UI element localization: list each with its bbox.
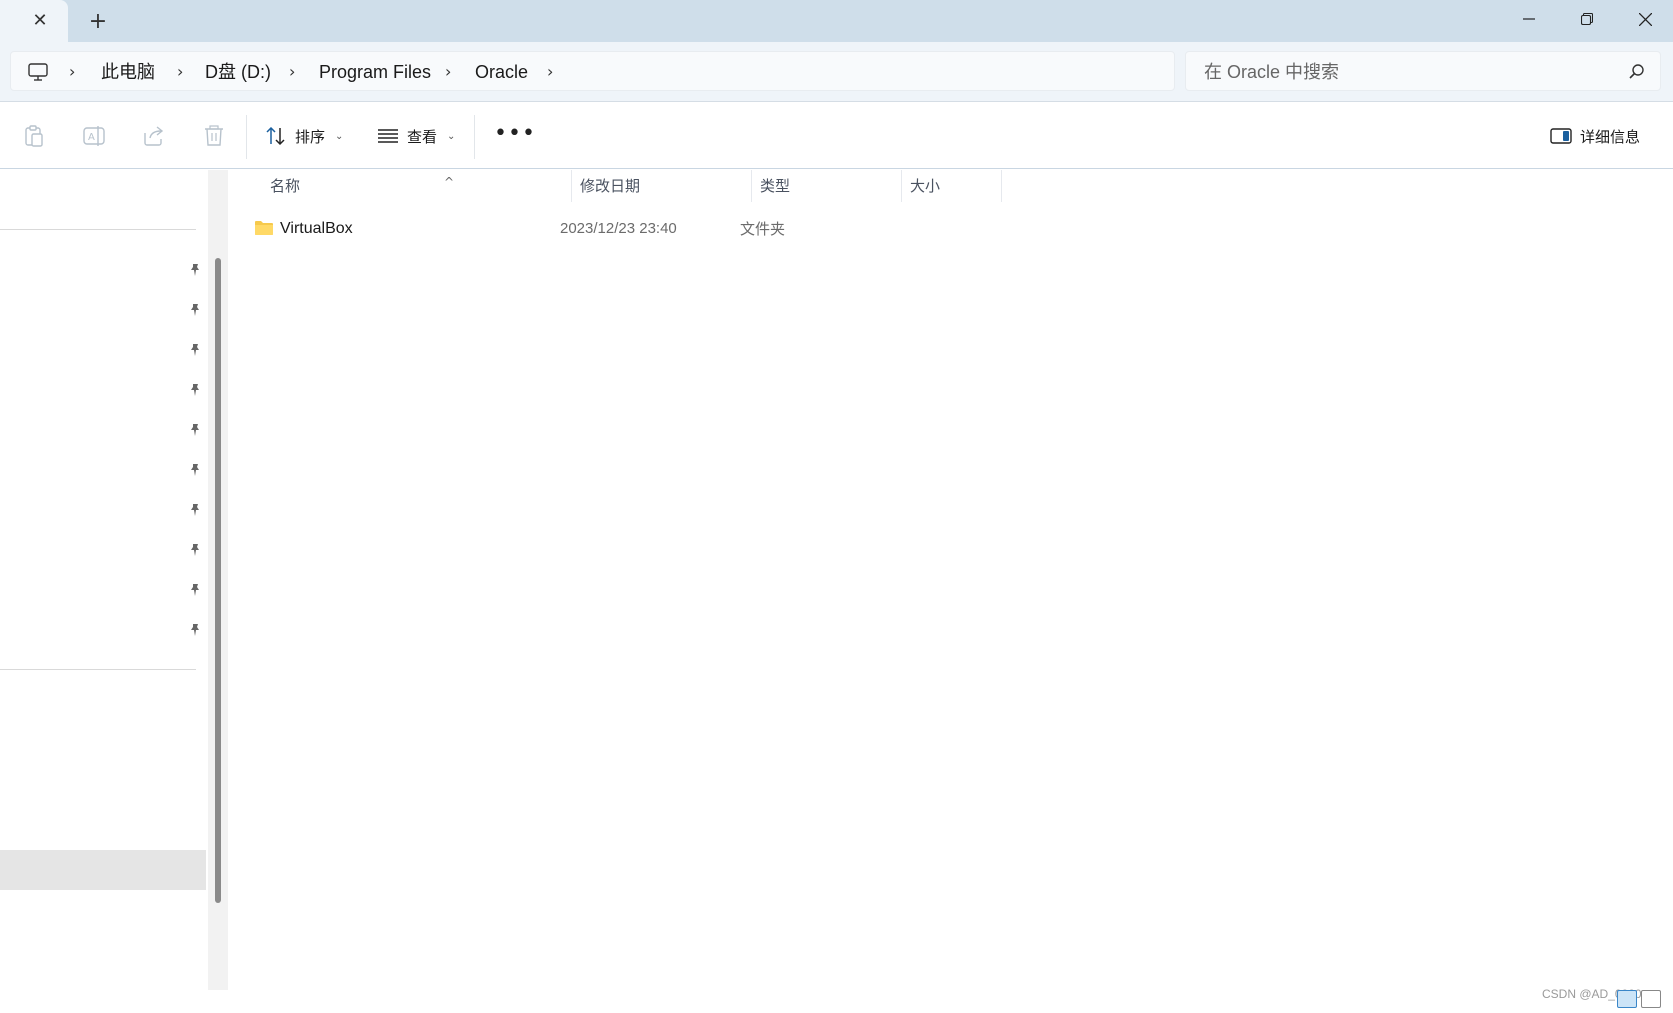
nav-divider [0, 229, 196, 230]
share-icon[interactable] [141, 123, 167, 149]
more-options-button[interactable]: ••• [494, 117, 535, 155]
svg-text:A: A [88, 132, 95, 143]
search-icon[interactable] [1628, 63, 1646, 81]
computer-icon[interactable] [27, 61, 49, 83]
file-name[interactable]: VirtualBox [280, 214, 353, 244]
pin-icon[interactable] [187, 382, 203, 398]
pin-icon[interactable] [187, 302, 203, 318]
view-list-icon [378, 129, 398, 143]
close-window-button[interactable] [1616, 0, 1673, 38]
address-bar[interactable]: › 此电脑 › D盘 (D:) › Program Files › Oracle… [10, 51, 1175, 91]
column-header-name[interactable]: 名称 ^ [262, 170, 572, 202]
navigation-pane [0, 170, 208, 990]
delete-icon[interactable] [201, 123, 227, 149]
pin-icon[interactable] [187, 542, 203, 558]
file-list: 名称 ^ 修改日期 类型 大小 VirtualBox 2023/12/23 23… [228, 170, 1673, 1013]
file-type: 文件夹 [740, 220, 786, 238]
tab-oracle[interactable]: ✕ [0, 0, 68, 42]
column-type-label: 类型 [760, 177, 791, 195]
breadcrumb-program-files[interactable]: Program Files [319, 52, 431, 92]
file-explorer-window: ✕ + › 此电脑 › D盘 (D:) › Program Files › Or… [0, 0, 1673, 1013]
breadcrumb-oracle[interactable]: Oracle [475, 52, 528, 92]
chevron-right-icon[interactable]: › [289, 52, 295, 92]
chevron-right-icon[interactable]: › [445, 52, 451, 92]
pin-icon[interactable] [187, 582, 203, 598]
address-row: › 此电脑 › D盘 (D:) › Program Files › Oracle… [0, 42, 1673, 102]
nav-divider [0, 669, 196, 670]
chevron-right-icon[interactable]: › [177, 52, 183, 92]
column-header-type[interactable]: 类型 [752, 170, 902, 202]
pin-icon[interactable] [187, 342, 203, 358]
restore-icon [1581, 13, 1593, 25]
sort-icon [266, 126, 285, 146]
paste-icon[interactable] [21, 123, 47, 149]
file-row[interactable]: VirtualBox 2023/12/23 23:40 文件夹 [248, 214, 1228, 244]
details-label: 详细信息 [1580, 127, 1641, 146]
file-modified: 2023/12/23 23:40 [560, 220, 677, 237]
view-button[interactable]: 查看 ⌄ [377, 117, 455, 155]
command-separator [474, 115, 475, 159]
command-bar: A 排序 ⌄ 查看 ⌄ ••• 详细信息 [0, 103, 1673, 169]
details-pane-icon [1550, 128, 1572, 144]
column-modified-label: 修改日期 [580, 177, 641, 195]
pin-icon[interactable] [187, 262, 203, 278]
chevron-down-icon: ⌄ [447, 130, 456, 142]
minimize-icon [1523, 18, 1535, 20]
pin-icon[interactable] [187, 502, 203, 518]
command-separator [246, 115, 247, 159]
nav-item-selected[interactable] [0, 850, 206, 890]
nav-scrollbar-thumb[interactable] [215, 258, 221, 903]
pin-icon[interactable] [187, 422, 203, 438]
breadcrumb-d-drive[interactable]: D盘 (D:) [205, 52, 271, 92]
breadcrumb-this-pc[interactable]: 此电脑 [101, 52, 155, 92]
column-header-modified[interactable]: 修改日期 [572, 170, 752, 202]
chevron-down-icon: ⌄ [335, 130, 344, 142]
rename-icon[interactable]: A [81, 123, 107, 149]
search-input[interactable]: 在 Oracle 中搜索 [1185, 51, 1661, 91]
tiles-view-icon[interactable] [1641, 990, 1661, 1008]
view-toggle-group [1617, 990, 1661, 1008]
restore-button[interactable] [1558, 0, 1616, 38]
details-view-icon[interactable] [1617, 990, 1637, 1008]
column-size-label: 大小 [910, 177, 941, 195]
sort-button[interactable]: 排序 ⌄ [265, 117, 343, 155]
column-header-size[interactable]: 大小 [902, 170, 1002, 202]
folder-icon [255, 221, 273, 235]
view-label: 查看 [407, 127, 438, 146]
plus-icon[interactable]: + [86, 10, 110, 34]
column-name-label: 名称 [270, 177, 301, 195]
sort-ascending-icon: ^ [444, 175, 455, 189]
close-icon [1638, 12, 1652, 26]
pin-icon[interactable] [187, 622, 203, 638]
chevron-right-icon[interactable]: › [69, 52, 75, 92]
close-icon[interactable]: ✕ [30, 11, 50, 31]
sort-label: 排序 [295, 127, 326, 146]
chevron-right-icon[interactable]: › [547, 52, 553, 92]
title-bar: ✕ + [0, 0, 1673, 42]
details-pane-button[interactable]: 详细信息 [1550, 117, 1640, 155]
search-placeholder: 在 Oracle 中搜索 [1204, 62, 1340, 82]
pin-icon[interactable] [187, 462, 203, 478]
minimize-button[interactable] [1500, 0, 1558, 38]
